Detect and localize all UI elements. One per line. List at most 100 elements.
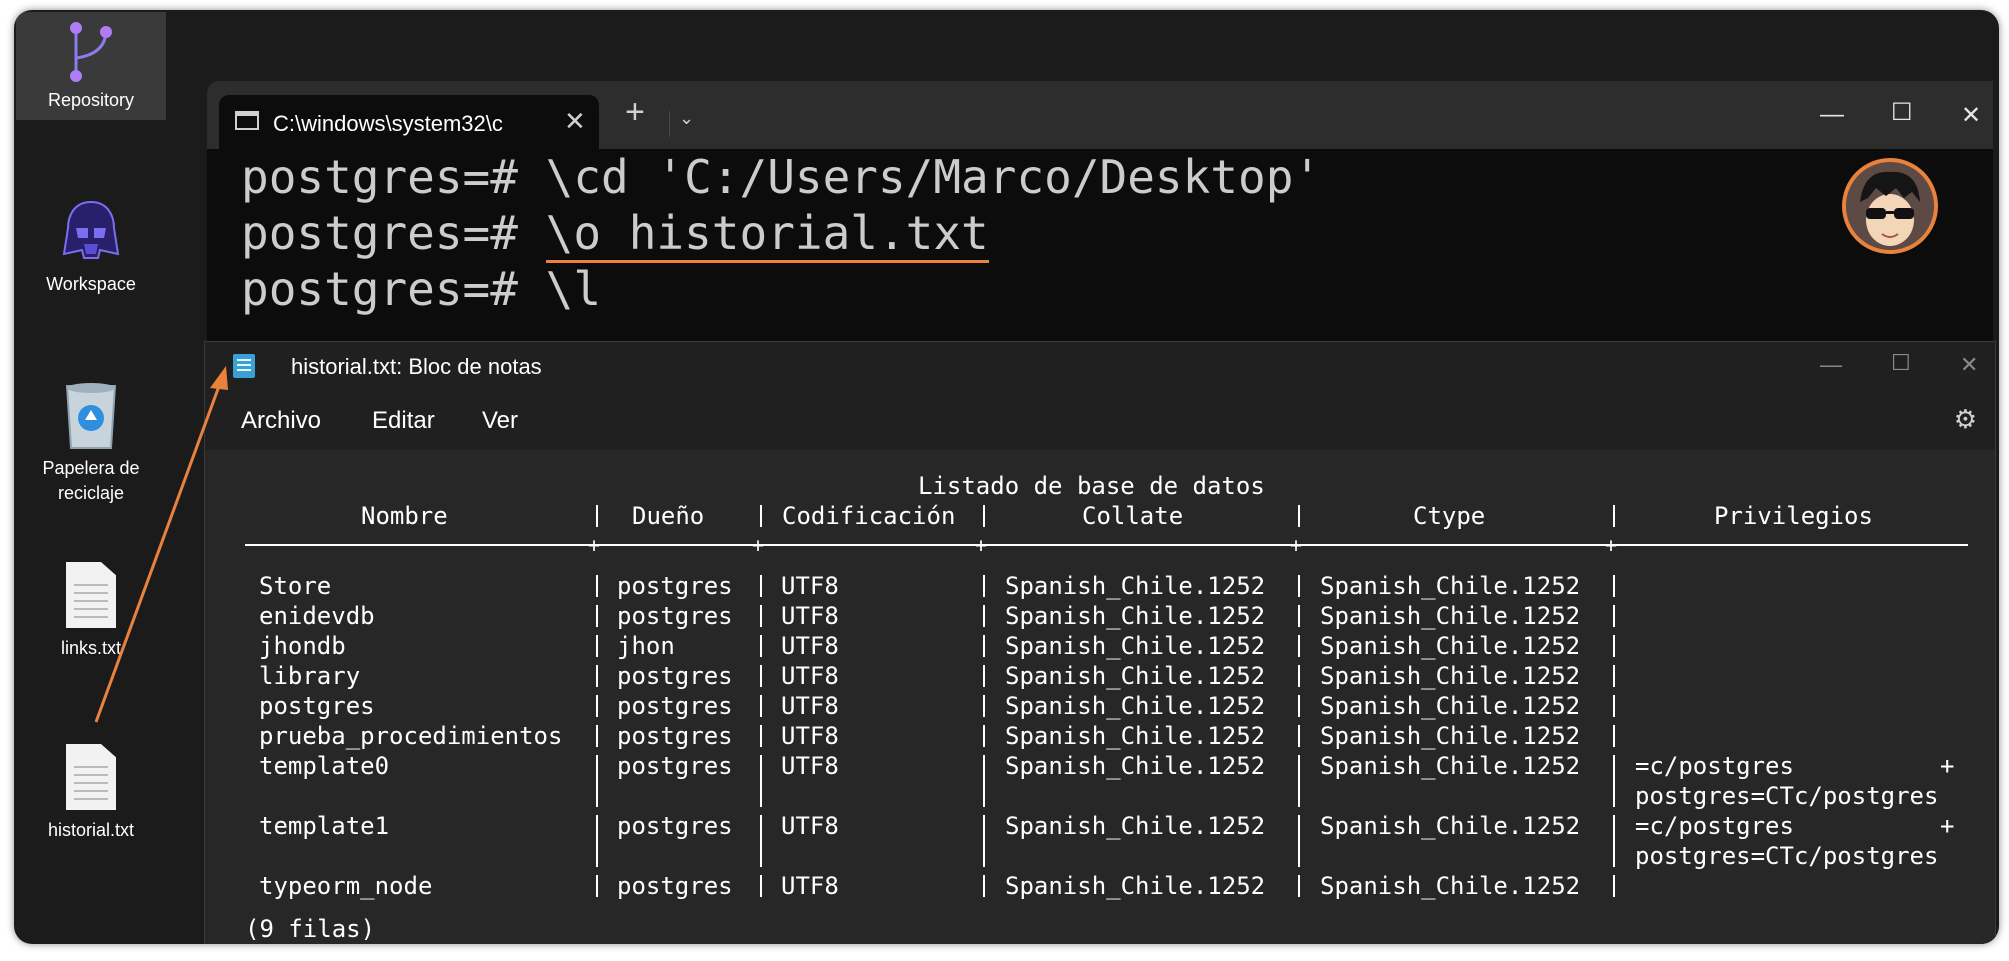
rule-plus: + xyxy=(975,533,988,557)
rule-plus: + xyxy=(752,533,765,557)
column-separator xyxy=(596,665,598,687)
chevron-down-icon[interactable]: ⌄ xyxy=(679,108,694,129)
cell-name: jhondb xyxy=(259,632,346,660)
header-dueno: Dueño xyxy=(632,502,705,530)
column-separator xyxy=(983,635,985,657)
new-tab-button[interactable]: + xyxy=(625,95,645,129)
terminal-body[interactable]: postgres=# \cd 'C:/Users/Marco/Desktop' … xyxy=(207,149,1993,353)
column-separator xyxy=(1613,505,1615,527)
close-button[interactable]: ✕ xyxy=(1960,352,1978,378)
minimize-button[interactable]: — xyxy=(1820,101,1844,129)
avatar xyxy=(1842,158,1938,254)
cell-privileges-continuation: + xyxy=(1940,812,1955,840)
maximize-button[interactable]: ☐ xyxy=(1891,98,1913,127)
column-separator xyxy=(596,755,598,807)
header-privilegios: Privilegios xyxy=(1714,502,1873,530)
column-separator xyxy=(596,695,598,717)
cell-encoding: UTF8 xyxy=(781,602,839,630)
notepad-text-area[interactable]: Listado de base de datos Nombre Dueño Co… xyxy=(205,450,1995,944)
desktop-icon-historial[interactable]: historial.txt xyxy=(16,744,166,843)
command-highlighted: \o historial.txt xyxy=(545,206,989,263)
cell-ctype: Spanish_Chile.1252 xyxy=(1320,872,1581,900)
cell-encoding: UTF8 xyxy=(781,812,839,840)
prompt: postgres=# xyxy=(241,150,546,204)
tab-title: C:\windows\system32\c xyxy=(273,111,503,136)
desktop-icon-repository[interactable]: Repository xyxy=(16,12,166,120)
terminal-tab[interactable]: C:\windows\system32\c ✕ xyxy=(219,95,599,149)
close-button[interactable]: ✕ xyxy=(1961,101,1981,130)
column-separator xyxy=(1298,695,1300,717)
desktop-icon-label: Workspace xyxy=(46,274,136,294)
column-separator xyxy=(760,755,762,807)
cell-collate: Spanish_Chile.1252 xyxy=(1005,662,1266,690)
desktop-icon-label: links.txt xyxy=(60,638,121,658)
column-separator xyxy=(1298,755,1300,807)
column-separator xyxy=(596,505,598,527)
cmd-icon xyxy=(235,111,259,130)
text-file-icon xyxy=(66,744,116,810)
desktop-icon-workspace[interactable]: Workspace xyxy=(16,198,166,297)
maximize-button[interactable]: ☐ xyxy=(1891,350,1911,376)
cell-privileges: =c/postgres xyxy=(1635,812,1794,840)
column-separator xyxy=(760,665,762,687)
recycle-bin-icon xyxy=(65,383,117,449)
cell-collate: Spanish_Chile.1252 xyxy=(1005,692,1266,720)
rule-plus: + xyxy=(1290,533,1303,557)
desktop-icon-label: Repository xyxy=(47,90,135,110)
column-separator xyxy=(596,875,598,897)
desktop: Repository Workspace Papelera de recicla… xyxy=(14,10,1999,944)
cell-ctype: Spanish_Chile.1252 xyxy=(1320,812,1581,840)
cell-owner: postgres xyxy=(617,722,733,750)
cell-collate: Spanish_Chile.1252 xyxy=(1005,632,1266,660)
row-count: (9 filas) xyxy=(245,915,376,943)
column-separator xyxy=(1613,605,1615,627)
column-separator xyxy=(983,665,985,687)
table-title: Listado de base de datos xyxy=(918,472,1265,500)
desktop-icon-label: Papelera de reciclaje xyxy=(42,458,140,503)
notepad-titlebar: historial.txt: Bloc de notas — ☐ ✕ xyxy=(205,342,1995,390)
cell-owner: postgres xyxy=(617,812,733,840)
menu-ver[interactable]: Ver xyxy=(482,407,518,435)
cell-encoding: UTF8 xyxy=(781,752,839,780)
menu-editar[interactable]: Editar xyxy=(372,407,435,435)
cell-owner: postgres xyxy=(617,752,733,780)
cell-ctype: Spanish_Chile.1252 xyxy=(1320,632,1581,660)
cell-name: library xyxy=(259,662,361,690)
column-separator xyxy=(596,725,598,747)
column-separator xyxy=(1613,755,1615,807)
column-separator xyxy=(1613,725,1615,747)
gear-icon[interactable]: ⚙ xyxy=(1954,404,1977,435)
cell-owner: postgres xyxy=(617,872,733,900)
desktop-icon-recycle-bin[interactable]: Papelera de reciclaje xyxy=(16,380,166,506)
menu-archivo[interactable]: Archivo xyxy=(241,407,321,435)
command: \l xyxy=(545,262,602,316)
column-separator xyxy=(760,635,762,657)
column-separator xyxy=(983,725,985,747)
cell-name: enidevdb xyxy=(259,602,375,630)
column-separator xyxy=(760,695,762,717)
column-separator xyxy=(1613,635,1615,657)
column-separator xyxy=(983,875,985,897)
column-separator xyxy=(596,635,598,657)
rule-plus: + xyxy=(588,533,601,557)
cell-ctype: Spanish_Chile.1252 xyxy=(1320,572,1581,600)
column-separator xyxy=(983,505,985,527)
cell-name: template1 xyxy=(259,812,390,840)
column-separator xyxy=(1613,875,1615,897)
cell-ctype: Spanish_Chile.1252 xyxy=(1320,752,1581,780)
tab-close-icon[interactable]: ✕ xyxy=(564,106,586,137)
column-separator xyxy=(596,605,598,627)
column-separator xyxy=(1298,815,1300,867)
cell-privileges-extra: postgres=CTc/postgres xyxy=(1635,782,1939,810)
column-separator xyxy=(596,575,598,597)
column-separator xyxy=(760,575,762,597)
cell-name: prueba_procedimientos xyxy=(259,722,563,750)
column-separator xyxy=(1613,575,1615,597)
cell-name: typeorm_node xyxy=(259,872,433,900)
cell-collate: Spanish_Chile.1252 xyxy=(1005,572,1266,600)
column-separator xyxy=(760,605,762,627)
column-separator xyxy=(1298,575,1300,597)
minimize-button[interactable]: — xyxy=(1820,352,1842,378)
desktop-icon-links[interactable]: links.txt xyxy=(16,562,166,661)
cell-collate: Spanish_Chile.1252 xyxy=(1005,812,1266,840)
